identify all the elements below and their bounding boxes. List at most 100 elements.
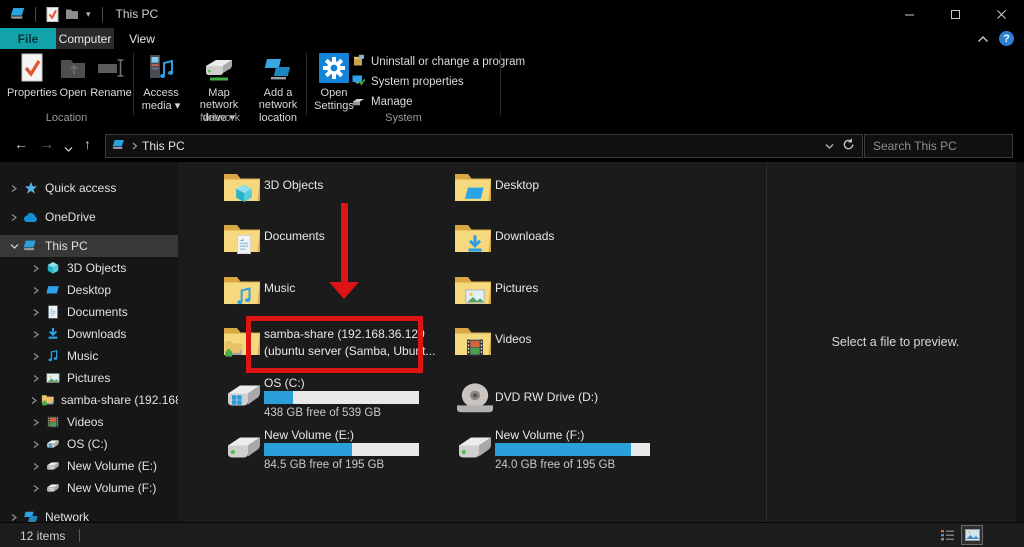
access-media-icon xyxy=(146,53,176,86)
sidebar-item-os-c[interactable]: OS (C:) xyxy=(0,433,178,455)
expand-chevron-icon[interactable] xyxy=(30,418,42,427)
sidebar-item-videos[interactable]: Videos xyxy=(0,411,178,433)
large-icons-view-button[interactable] xyxy=(961,525,983,545)
sidebar-item-music[interactable]: Music xyxy=(0,345,178,367)
address-bar[interactable]: This PC xyxy=(105,134,863,158)
tab-file[interactable]: File xyxy=(0,28,56,49)
file-explorer-window: ▾ This PC File Computer View ? Propertie… xyxy=(0,0,1024,547)
ribbon-tabs: File Computer View ? xyxy=(0,28,1024,49)
tile-label: DVD RW Drive (D:) xyxy=(495,390,599,404)
tile-documents[interactable]: Documents xyxy=(222,221,458,269)
sidebar-item-label: Documents xyxy=(67,305,128,319)
download-icon xyxy=(44,327,62,341)
status-bar: 12 items xyxy=(0,522,1024,547)
sidebar-item-label: Music xyxy=(67,349,99,363)
drive-icon xyxy=(453,434,497,464)
refresh-icon[interactable] xyxy=(842,138,855,154)
expand-chevron-icon[interactable] xyxy=(8,513,20,522)
sidebar-item-desktop[interactable]: Desktop xyxy=(0,279,178,301)
rename-button[interactable]: Rename xyxy=(90,53,132,99)
preview-pane: Select a file to preview. xyxy=(766,162,1024,522)
group-separator xyxy=(133,53,134,115)
window-title: This PC xyxy=(115,7,159,21)
expand-chevron-icon[interactable] xyxy=(30,352,42,361)
expand-chevron-icon[interactable] xyxy=(30,374,42,383)
sidebar-item-downloads[interactable]: Downloads xyxy=(0,323,178,345)
sidebar-item-label: Videos xyxy=(67,415,104,429)
settings-gear-icon xyxy=(319,53,349,86)
group-separator xyxy=(306,53,307,115)
maximize-button[interactable] xyxy=(932,0,978,28)
expand-chevron-icon[interactable] xyxy=(30,462,42,471)
forward-icon[interactable]: → xyxy=(40,136,54,152)
expand-chevron-icon[interactable] xyxy=(30,308,42,317)
sidebar-item-network[interactable]: Network xyxy=(0,506,178,522)
details-view-button[interactable] xyxy=(938,526,958,544)
access-media-button[interactable]: Access media ▾ xyxy=(136,53,186,112)
expand-chevron-icon[interactable] xyxy=(30,484,42,493)
tab-computer[interactable]: Computer xyxy=(56,28,114,49)
expand-chevron-icon[interactable] xyxy=(30,440,42,449)
dvd-icon xyxy=(453,382,497,417)
qat-customize-dropdown[interactable]: ▾ xyxy=(86,9,91,20)
close-button[interactable] xyxy=(978,0,1024,28)
tile-label: 3D Objects xyxy=(264,178,324,192)
tile-new-volume-e[interactable]: New Volume (E:) 84.5 GB free of 195 GB xyxy=(222,428,458,476)
properties-button[interactable]: Properties xyxy=(7,53,57,99)
video-icon xyxy=(453,324,493,363)
expand-chevron-icon[interactable] xyxy=(8,242,20,251)
breadcrumb[interactable]: This PC xyxy=(142,139,185,153)
qat-new-folder-button[interactable] xyxy=(65,8,79,20)
sidebar-item-this-pc[interactable]: This PC xyxy=(0,235,178,257)
sidebar-item-samba-share-192-168-36-1[interactable]: samba-share (192.168.36.1 xyxy=(0,389,178,411)
up-icon[interactable]: ↑ xyxy=(84,136,91,152)
tile-desktop[interactable]: Desktop xyxy=(453,170,689,218)
tab-view[interactable]: View xyxy=(114,28,170,49)
expand-chevron-icon[interactable] xyxy=(30,396,38,405)
red-box-annotation xyxy=(246,316,423,373)
open-button[interactable]: Open xyxy=(56,53,90,99)
window-controls xyxy=(886,0,1024,28)
tile-3d-objects[interactable]: 3D Objects xyxy=(222,170,458,218)
collapse-ribbon-icon[interactable] xyxy=(977,32,989,46)
tile-pictures[interactable]: Pictures xyxy=(453,273,689,321)
expand-chevron-icon[interactable] xyxy=(30,286,42,295)
sidebar-item-new-volume-e[interactable]: New Volume (E:) xyxy=(0,455,178,477)
map-network-drive-icon xyxy=(202,53,236,86)
free-space-label: 438 GB free of 539 GB xyxy=(264,407,381,419)
tile-downloads[interactable]: Downloads xyxy=(453,221,689,269)
back-icon[interactable]: ← xyxy=(14,136,28,152)
expand-chevron-icon[interactable] xyxy=(30,264,42,273)
sidebar-item-quick-access[interactable]: Quick access xyxy=(0,177,178,199)
red-arrow-annotation xyxy=(341,203,348,283)
help-icon[interactable]: ? xyxy=(999,31,1014,46)
expand-chevron-icon[interactable] xyxy=(8,213,20,222)
group-caption-network: Network xyxy=(199,112,241,124)
system-properties-button[interactable]: System properties xyxy=(352,74,464,90)
recent-locations-chevron-icon[interactable] xyxy=(64,140,73,156)
manage-icon xyxy=(352,94,365,110)
sidebar-item-label: Pictures xyxy=(67,371,111,385)
manage-button[interactable]: Manage xyxy=(352,94,413,110)
sidebar-item-3d-objects[interactable]: 3D Objects xyxy=(0,257,178,279)
minimize-button[interactable] xyxy=(886,0,932,28)
open-settings-button[interactable]: Open Settings xyxy=(312,53,356,112)
address-dropdown-chevron-icon[interactable] xyxy=(825,139,834,153)
tile-dvd-rw-drive-d[interactable]: DVD RW Drive (D:) xyxy=(453,376,689,424)
tile-videos[interactable]: Videos xyxy=(453,324,689,372)
sidebar-item-new-volume-f[interactable]: New Volume (F:) xyxy=(0,477,178,499)
search-input[interactable] xyxy=(865,139,1024,153)
scrollbar[interactable] xyxy=(1016,162,1024,522)
this-pc-app-icon xyxy=(10,7,28,21)
expand-chevron-icon[interactable] xyxy=(8,184,20,193)
qat-properties-button[interactable] xyxy=(46,6,59,22)
free-space-label: 24.0 GB free of 195 GB xyxy=(495,459,616,471)
tile-os-c[interactable]: OS (C:) 438 GB free of 539 GB xyxy=(222,376,458,424)
expand-chevron-icon[interactable] xyxy=(30,330,42,339)
sidebar-item-pictures[interactable]: Pictures xyxy=(0,367,178,389)
sidebar-item-documents[interactable]: Documents xyxy=(0,301,178,323)
sidebar-item-label: New Volume (E:) xyxy=(67,459,158,473)
drive-icon xyxy=(44,459,62,473)
tile-new-volume-f[interactable]: New Volume (F:) 24.0 GB free of 195 GB xyxy=(453,428,689,476)
sidebar-item-onedrive[interactable]: OneDrive xyxy=(0,206,178,228)
